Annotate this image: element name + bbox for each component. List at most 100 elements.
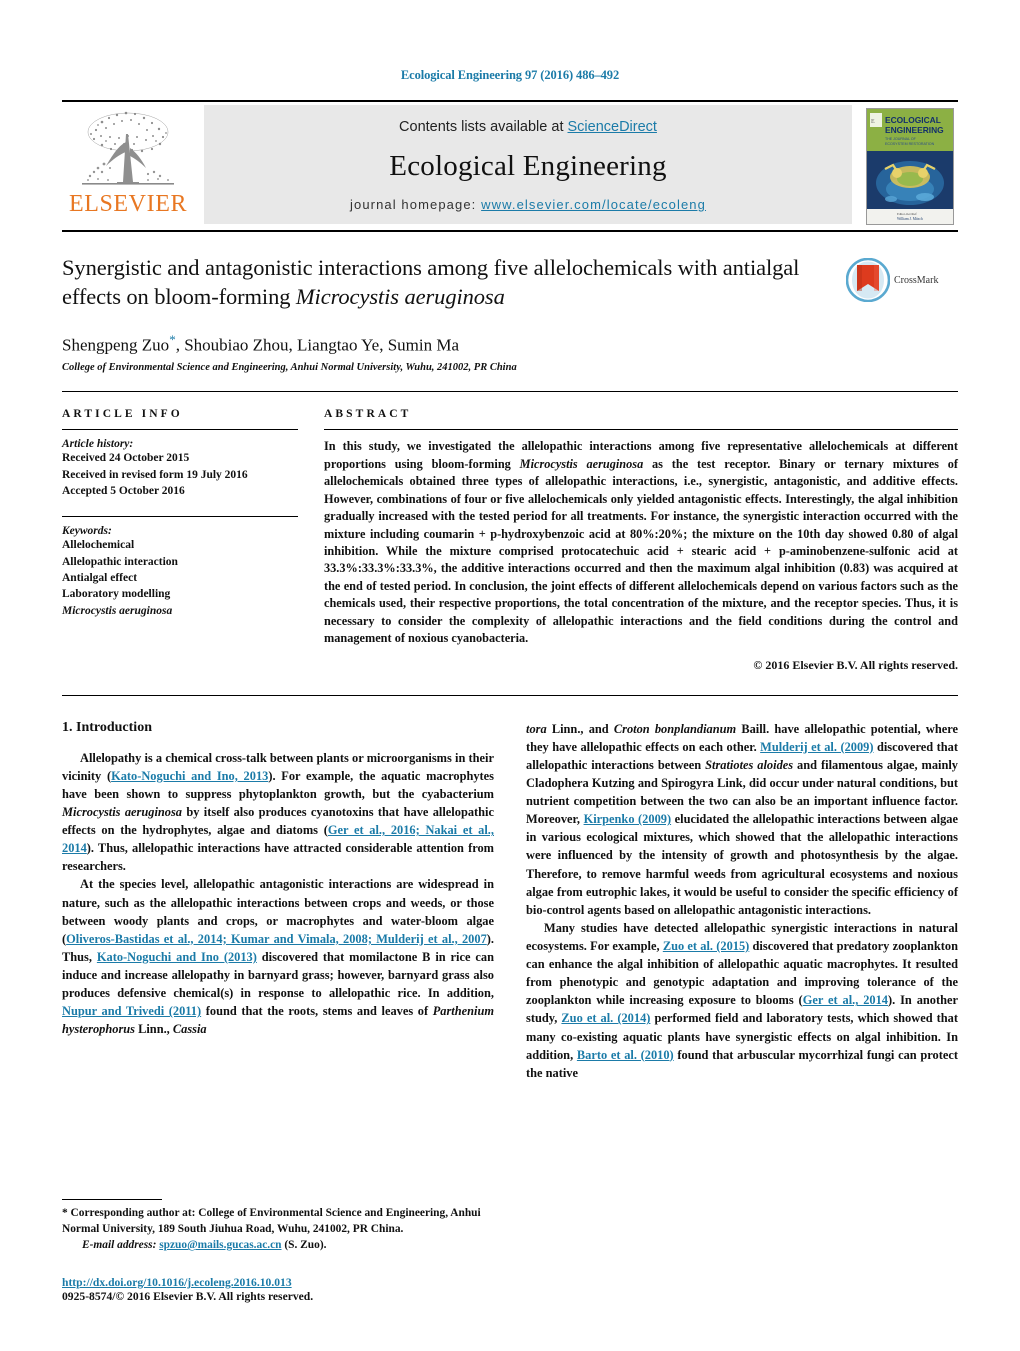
abstract-part-2: as the test receptor. Binary or ternary … [324,456,958,646]
author-rest: , Shoubiao Zhou, Liangtao Ye, Sumin Ma [175,335,460,355]
body-columns: 1. Introduction Allelopathy is a chemica… [62,720,958,1082]
section-heading-introduction: 1. Introduction [62,719,152,735]
svg-text:William J. Mitsch: William J. Mitsch [897,217,923,221]
citation-link[interactable]: Kirpenko (2009) [584,812,672,826]
elsevier-wordmark: ELSEVIER [68,191,188,217]
affiliation: College of Environmental Science and Eng… [62,362,517,374]
p2-d: found that the roots, stems and leaves o… [201,1004,433,1019]
issn-copyright-line: 0925-8574/© 2016 Elsevier B.V. All right… [62,1290,314,1303]
svg-text:THE JOURNAL OF: THE JOURNAL OF [885,137,917,141]
author-first: Shengpeng Zuo [62,335,170,355]
sciencedirect-link[interactable]: ScienceDirect [568,119,657,135]
p2c-species-2: Croton bonplandianum [613,721,737,736]
abstract-text: In this study, we investigated the allel… [324,438,958,647]
footnote-address: Corresponding author at: College of Envi… [62,1207,481,1236]
intro-paragraph-3: Many studies have detected allelopathic … [526,919,958,1082]
citation-link[interactable]: Kato-Noguchi and Ino, 2013 [111,769,268,783]
history-accepted: Accepted 5 October 2016 [62,484,185,497]
info-abstract-row: ARTICLE INFO Article history: Received 2… [62,408,958,672]
journal-homepage-line: journal homepage: www.elsevier.com/locat… [350,197,706,212]
keyword-item: Antialgal effect [62,571,138,584]
abstract-organism: Microcystis aeruginosa [519,456,644,471]
svg-text:ENGINEERING: ENGINEERING [885,125,944,135]
abstract-copyright: © 2016 Elsevier B.V. All rights reserved… [753,657,958,672]
svg-text:ECOLOGICAL: ECOLOGICAL [885,115,941,125]
svg-text:ECOSYSTEM RESTORATION: ECOSYSTEM RESTORATION [885,142,935,146]
body-column-left: 1. Introduction Allelopathy is a chemica… [62,720,494,1082]
p2c-species-1: tora [526,721,547,736]
citation-link[interactable]: Ger et al., 2014 [803,993,888,1007]
running-head: Ecological Engineering 97 (2016) 486–492 [400,68,620,82]
crossmark-badge[interactable]: CrossMark [846,254,958,302]
p1-d: ). Thus, allelopathic interactions have … [62,841,494,874]
keywords-block: Keywords: Allelochemical Allelopathic in… [62,525,298,619]
footnote-block: * Corresponding author at: College of En… [62,1199,494,1303]
citation-link[interactable]: Zuo et al. (2015) [663,939,749,953]
journal-homepage-link[interactable]: www.elsevier.com/locate/ecoleng [481,197,706,212]
doi-link[interactable]: http://dx.doi.org/10.1016/j.ecoleng.2016… [62,1276,494,1289]
crossmark-label: CrossMark [894,274,939,286]
elsevier-tree-icon [82,111,174,185]
history-received: Received 24 October 2015 [62,452,190,465]
keyword-item: Laboratory modelling [62,588,171,601]
abstract-column: ABSTRACT In this study, we investigated … [324,408,958,672]
title-text-group: Synergistic and antagonistic interaction… [62,254,846,373]
history-revised: Received in revised form 19 July 2016 [62,468,248,481]
email-link[interactable]: spzuo@mails.gucas.ac.cn [159,1239,281,1251]
body-column-right: tora Linn., and Croton bonplandianum Bai… [526,720,958,1082]
author-list: Shengpeng Zuo*, Shoubiao Zhou, Liangtao … [62,332,832,356]
p1-organism: Microcystis aeruginosa [62,805,183,820]
journal-cover-thumbnail: E ECOLOGICAL ENGINEERING THE JOURNAL OF … [862,102,958,230]
contents-available-line: Contents lists available at ScienceDirec… [399,119,657,135]
p2-e: Linn., [135,1022,173,1037]
masthead-bottom-rule [62,230,958,232]
abstract-heading: ABSTRACT [324,408,412,421]
citation-link[interactable]: Oliveros-Bastidas et al., 2014; Kumar an… [66,932,487,946]
intro-paragraph-1: Allelopathy is a chemical cross-talk bet… [62,749,494,876]
keyword-item: Allelopathic interaction [62,555,178,568]
article-info-heading: ARTICLE INFO [62,408,183,421]
citation-link[interactable]: Mulderij et al. (2009) [760,740,873,754]
abstract-rule [324,429,958,431]
citation-link[interactable]: Zuo et al. (2014) [561,1011,650,1025]
email-label: E-mail address: [82,1239,157,1252]
svg-text:Editor-in-Chief: Editor-in-Chief [897,212,918,216]
svg-text:E: E [871,119,875,125]
intro-paragraph-2: At the species level, allelopathic antag… [62,875,494,1038]
cover-image: E ECOLOGICAL ENGINEERING THE JOURNAL OF … [866,107,954,225]
title-organism: Microcystis aeruginosa [295,283,505,309]
citation-link[interactable]: Kato-Noguchi and Ino (2013) [97,950,257,964]
email-note: E-mail address: spzuo@mails.gucas.ac.cn … [62,1238,494,1254]
contents-prefix: Contents lists available at [399,119,568,135]
journal-title: Ecological Engineering [389,149,667,182]
citation-link[interactable]: Nupur and Trivedi (2011) [62,1004,201,1018]
footnote-rule [62,1199,162,1201]
citation-link[interactable]: Barto et al. (2010) [577,1048,674,1062]
elsevier-logo: ELSEVIER [62,102,194,230]
title-block: Synergistic and antagonistic interaction… [62,254,958,373]
abstract-bottom-rule [62,694,958,696]
keywords-title: Keywords: [62,525,112,538]
intro-paragraph-2-cont: tora Linn., and Croton bonplandianum Bai… [526,720,958,919]
crossmark-icon [846,258,890,302]
p2c-e: elucidated the allelopathic interactions… [526,812,958,917]
article-info-column: ARTICLE INFO Article history: Received 2… [62,408,324,672]
doi-block: http://dx.doi.org/10.1016/j.ecoleng.2016… [62,1276,494,1303]
journal-masthead: ELSEVIER Contents lists available at Sci… [62,100,958,230]
cover-artwork-icon: E ECOLOGICAL ENGINEERING THE JOURNAL OF … [867,108,953,224]
p2c-a: Linn., and [546,721,614,736]
keyword-item-organism: Microcystis aeruginosa [62,604,173,617]
article-history-title: Article history: [62,438,134,451]
title-bottom-rule [62,391,958,393]
keywords-rule [62,516,298,518]
p2c-species-3: Stratiotes aloides [705,757,794,772]
paper-page: Ecological Engineering 97 (2016) 486–492 [0,0,1020,1351]
keyword-item: Allelochemical [62,539,135,552]
corresponding-author-note: * Corresponding author at: College of En… [62,1206,494,1238]
page-title: Synergistic and antagonistic interaction… [62,254,832,312]
p2-species-2: Cassia [172,1022,207,1037]
email-suffix: (S. Zuo). [281,1239,327,1252]
journal-banner: Contents lists available at ScienceDirec… [204,105,852,224]
article-info-rule [62,429,298,431]
homepage-prefix: journal homepage: [350,197,482,212]
